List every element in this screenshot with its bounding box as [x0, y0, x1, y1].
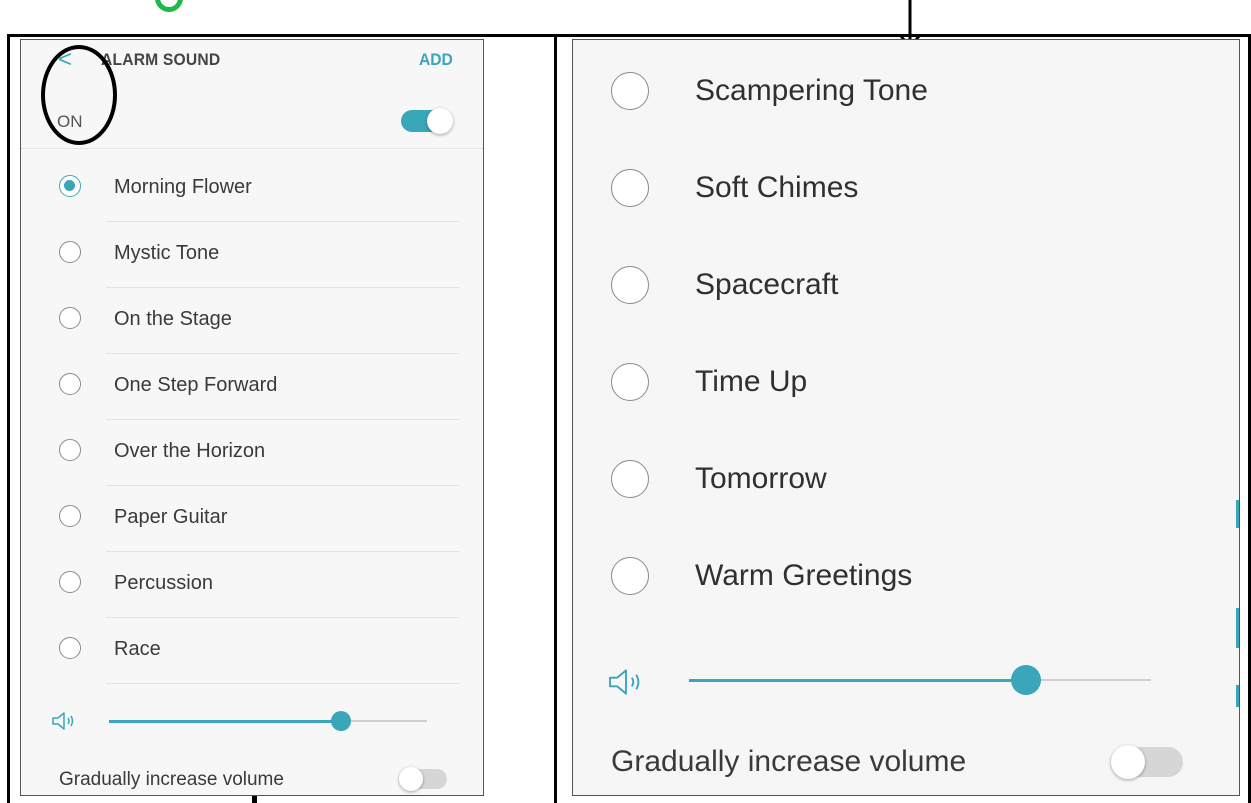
page-title: ALARM SOUND: [101, 50, 221, 69]
radio-button[interactable]: [59, 505, 81, 527]
slider-fill: [689, 678, 1027, 682]
sound-option[interactable]: Over the Horizon: [21, 420, 483, 486]
row-divider: [106, 683, 459, 684]
sound-option[interactable]: Percussion: [21, 552, 483, 618]
radio-button[interactable]: [59, 307, 81, 329]
sound-option[interactable]: Race: [21, 618, 483, 684]
scroll-edge-mark: [1236, 500, 1239, 528]
sound-option[interactable]: Soft Chimes: [573, 137, 1239, 234]
toggle-knob: [399, 767, 423, 791]
radio-button[interactable]: [611, 363, 649, 401]
sound-option-label: Soft Chimes: [695, 171, 859, 204]
sound-option[interactable]: Morning Flower: [21, 156, 483, 222]
sound-option-label: Morning Flower: [114, 176, 252, 198]
frame-border-middle: [554, 34, 557, 803]
add-button[interactable]: ADD: [419, 50, 453, 70]
toggle-knob: [427, 108, 453, 134]
green-annotation-mark: [153, 0, 189, 26]
radio-button[interactable]: [611, 557, 649, 595]
radio-button[interactable]: [59, 637, 81, 659]
radio-button[interactable]: [59, 571, 81, 593]
alarm-sound-toggle[interactable]: [401, 108, 453, 134]
radio-button[interactable]: [611, 460, 649, 498]
slider-thumb[interactable]: [1011, 665, 1042, 695]
scroll-edge-mark: [1236, 685, 1239, 707]
sound-option[interactable]: On the Stage: [21, 288, 483, 354]
radio-button[interactable]: [59, 175, 81, 197]
sound-option-label: Spacecraft: [695, 268, 839, 301]
sound-option-label: Over the Horizon: [114, 440, 266, 462]
slider-fill: [109, 719, 342, 723]
gradually-increase-toggle[interactable]: [399, 767, 447, 791]
slider-thumb[interactable]: [331, 711, 352, 731]
app-header: < ALARM SOUND ADD: [21, 40, 483, 86]
sound-option-label: Time Up: [695, 365, 808, 398]
alarm-sound-screen-left: < ALARM SOUND ADD ON Morning Flower Mysti…: [20, 39, 484, 796]
sound-option[interactable]: Spacecraft: [573, 234, 1239, 331]
radio-button[interactable]: [611, 72, 649, 110]
alarm-sound-switch-row[interactable]: ON: [21, 96, 483, 149]
sound-option-label: Tomorrow: [695, 462, 827, 495]
gradually-increase-label: Gradually increase volume: [611, 745, 967, 778]
sound-option-label: Race: [114, 638, 161, 660]
sound-option-label: Warm Greetings: [695, 559, 913, 592]
sound-option[interactable]: Scampering Tone: [573, 40, 1239, 137]
frame-border-top: [7, 34, 1251, 37]
chevron-left-icon[interactable]: <: [53, 46, 77, 74]
sound-option-label: Percussion: [114, 572, 213, 594]
radio-button[interactable]: [59, 241, 81, 263]
radio-button[interactable]: [611, 169, 649, 207]
sound-option-label: Paper Guitar: [114, 506, 228, 528]
sound-option-label: One Step Forward: [114, 374, 278, 396]
alarm-sound-screen-right: Scampering Tone Soft Chimes Spacecraft Time…: [572, 39, 1240, 796]
speaker-icon: [52, 712, 74, 730]
sound-option[interactable]: Warm Greetings: [573, 525, 1239, 622]
sound-option[interactable]: Tomorrow: [573, 428, 1239, 525]
sound-list: Scampering Tone Soft Chimes Spacecraft Time…: [573, 40, 1239, 622]
sound-option-label: Scampering Tone: [695, 74, 928, 107]
radio-button[interactable]: [59, 373, 81, 395]
sound-option[interactable]: Time Up: [573, 331, 1239, 428]
toggle-knob: [1111, 745, 1145, 779]
sound-option-label: On the Stage: [114, 308, 232, 330]
scroll-edge-mark: [1236, 608, 1239, 648]
volume-slider[interactable]: [689, 665, 1151, 695]
gradually-increase-label: Gradually increase volume: [59, 769, 284, 790]
radio-button[interactable]: [59, 439, 81, 461]
switch-label: ON: [57, 112, 83, 131]
sound-option[interactable]: One Step Forward: [21, 354, 483, 420]
volume-slider[interactable]: [109, 711, 427, 731]
sound-option-label: Mystic Tone: [114, 242, 220, 264]
radio-button[interactable]: [611, 266, 649, 304]
speaker-icon: [609, 669, 640, 695]
gradually-increase-toggle[interactable]: [1111, 745, 1183, 779]
sound-option[interactable]: Paper Guitar: [21, 486, 483, 552]
sound-list: Morning Flower Mystic Tone On the Stage One…: [21, 156, 483, 684]
sound-option[interactable]: Mystic Tone: [21, 222, 483, 288]
frame-border-left: [7, 34, 10, 803]
